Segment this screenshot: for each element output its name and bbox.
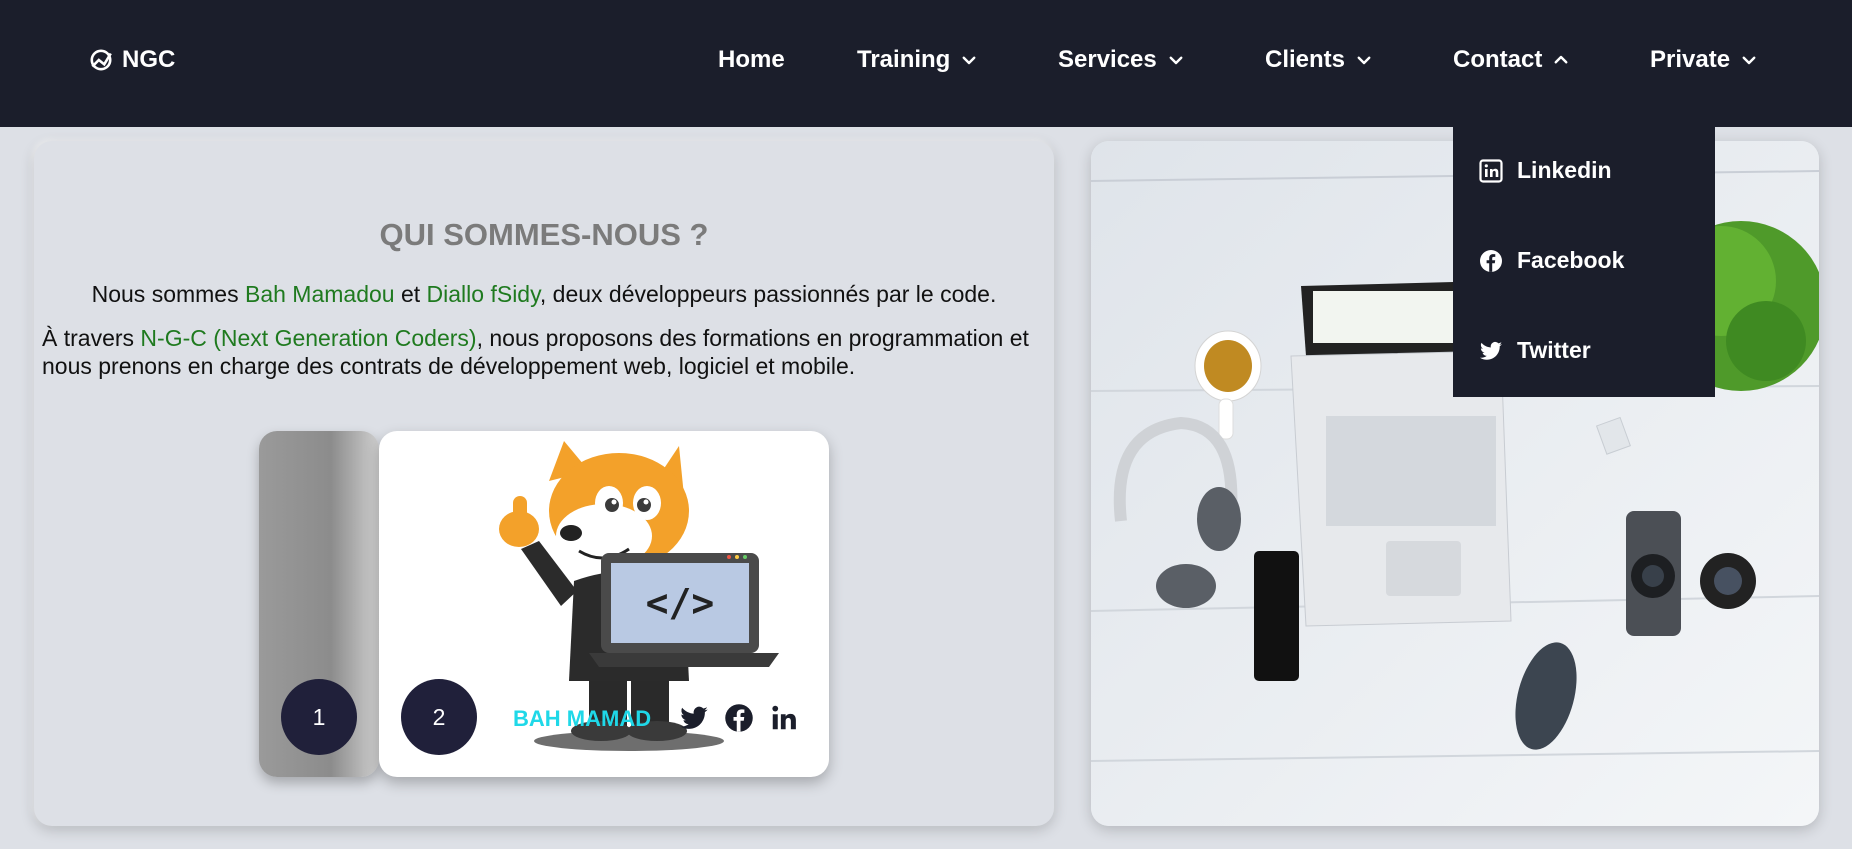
- founder-name-1: Bah Mamadou: [244, 281, 395, 307]
- nav-home-label: Home: [718, 46, 785, 73]
- about-intro-post: , deux développeurs passionnés par le co…: [539, 281, 997, 307]
- chevron-down-icon: [1357, 56, 1371, 65]
- linkedin-icon: [1479, 158, 1503, 183]
- navbar: NGC Home Training Services Clients Conta…: [0, 0, 1852, 127]
- logo[interactable]: NGC: [88, 46, 175, 74]
- founder-name-2: Diallo fSidy: [426, 281, 540, 307]
- slider-dot-2[interactable]: 2: [401, 679, 477, 755]
- dropdown-item-linkedin[interactable]: Linkedin: [1479, 157, 1612, 184]
- linkedin-icon[interactable]: [769, 703, 799, 733]
- logo-text: NGC: [122, 46, 176, 73]
- nav-training-label: Training: [857, 46, 951, 73]
- nav-training[interactable]: Training: [857, 46, 978, 74]
- dropdown-item-facebook-label: Facebook: [1517, 247, 1625, 273]
- chevron-down-icon: [1742, 56, 1756, 65]
- about-intro-pre: Nous sommes: [91, 281, 245, 307]
- nav-private[interactable]: Private: [1650, 46, 1758, 74]
- chevron-up-icon: [1554, 55, 1568, 64]
- about-title: QUI SOMMES-NOUS ?: [379, 217, 709, 252]
- logo-icon: [90, 49, 112, 71]
- nav-services-label: Services: [1058, 46, 1157, 73]
- card-person-name: BAH MAMAD: [513, 706, 652, 731]
- chevron-down-icon: [1169, 56, 1183, 65]
- nav-contact[interactable]: Contact: [1453, 46, 1570, 74]
- dropdown-item-linkedin-label: Linkedin: [1517, 157, 1612, 183]
- dropdown-item-twitter[interactable]: Twitter: [1479, 337, 1591, 364]
- about-description-pre: À travers: [42, 325, 141, 351]
- slider-dot-1[interactable]: 1: [281, 679, 357, 755]
- nav-clients[interactable]: Clients: [1265, 46, 1373, 74]
- about-description: À travers N-G-C (Next Generation Coders)…: [42, 324, 1052, 380]
- laptop-code-text: </>: [646, 581, 715, 625]
- nav-clients-label: Clients: [1265, 46, 1346, 73]
- chevron-down-icon: [962, 56, 976, 65]
- about-intro-mid: et: [394, 281, 427, 307]
- nav-contact-label: Contact: [1453, 46, 1543, 73]
- facebook-icon: [1480, 249, 1502, 272]
- about-intro: Nous sommes Bah Mamadou et Diallo fSidy,…: [34, 281, 1054, 308]
- nav-services[interactable]: Services: [1058, 46, 1185, 74]
- twitter-icon[interactable]: [679, 703, 709, 733]
- twitter-icon: [1480, 341, 1502, 360]
- dropdown-item-facebook[interactable]: Facebook: [1479, 247, 1624, 274]
- brand-name: N-G-C (Next Generation Coders): [140, 325, 477, 351]
- dropdown-item-twitter-label: Twitter: [1517, 337, 1591, 363]
- nav-private-label: Private: [1650, 46, 1731, 73]
- nav-home[interactable]: Home: [718, 46, 785, 74]
- contact-dropdown: Linkedin Facebook Twitter: [1453, 127, 1715, 397]
- facebook-icon[interactable]: [724, 703, 754, 733]
